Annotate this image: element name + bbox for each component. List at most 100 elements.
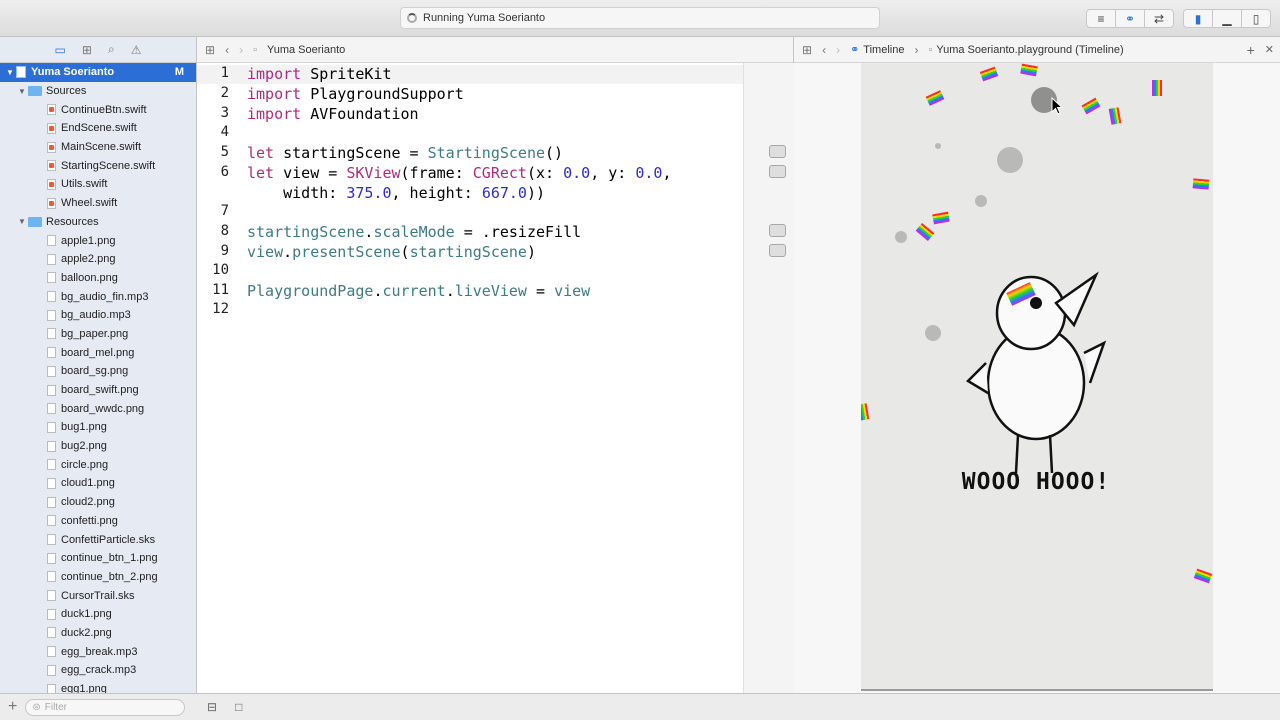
file-name: board_swift.png [61, 384, 139, 397]
quick-look-icon[interactable] [769, 165, 786, 178]
file-name: board_wwdc.png [61, 402, 145, 415]
file-name: egg1.png [61, 683, 107, 693]
search-icon[interactable]: ⌕ [108, 42, 115, 57]
file-icon [47, 515, 56, 527]
file-item[interactable]: bg_audio_fin.mp3 [0, 287, 196, 306]
file-item[interactable]: EndScene.swift [0, 119, 196, 138]
file-name: continue_btn_2.png [61, 570, 158, 583]
group-sources[interactable]: ▼ Sources [0, 82, 196, 101]
file-icon [47, 571, 56, 583]
group-resources[interactable]: ▼ Resources [0, 213, 196, 232]
standard-editor-button[interactable]: ≡ [1086, 9, 1116, 28]
hide-debug-area-icon[interactable]: ⊟ [207, 700, 217, 714]
file-item[interactable]: bug1.png [0, 418, 196, 437]
filter-input[interactable]: ⊜ Filter [25, 698, 186, 716]
disclosure-icon[interactable]: ▼ [16, 217, 28, 226]
folder-icon[interactable]: ▭ [55, 43, 66, 57]
file-item[interactable]: cloud2.png [0, 493, 196, 512]
hierarchy-icon[interactable]: ⊞ [82, 43, 92, 57]
file-name: Wheel.swift [61, 197, 118, 210]
line-number: 5 [220, 144, 229, 160]
file-item[interactable]: egg1.png [0, 680, 196, 693]
file-name: CursorTrail.sks [61, 589, 135, 602]
file-item[interactable]: StartingScene.swift [0, 156, 196, 175]
file-item[interactable]: board_swift.png [0, 381, 196, 400]
add-editor-icon[interactable]: + [1247, 42, 1255, 58]
file-item[interactable]: ContinueBtn.swift [0, 100, 196, 119]
file-item[interactable]: Utils.swift [0, 175, 196, 194]
activity-view: Running Yuma Soerianto [400, 7, 880, 29]
file-icon [47, 627, 56, 639]
live-view[interactable]: WOOO HOOO! [861, 63, 1213, 689]
crumb-timeline[interactable]: Timeline [863, 44, 904, 56]
file-name: apple2.png [61, 253, 116, 266]
file-item[interactable]: ConfettiParticle.sks [0, 530, 196, 549]
file-item[interactable]: duck1.png [0, 605, 196, 624]
toggle-navigator-button[interactable]: ▮ [1183, 9, 1213, 28]
file-item[interactable]: apple2.png [0, 250, 196, 269]
code-line: startingScene.scaleMode = .resizeFill [247, 223, 582, 241]
quick-look-icon[interactable] [769, 244, 786, 257]
file-item[interactable]: Wheel.swift [0, 194, 196, 213]
file-item[interactable]: continue_btn_1.png [0, 549, 196, 568]
quick-look-icon[interactable] [769, 224, 786, 237]
file-item[interactable]: cloud1.png [0, 474, 196, 493]
related-items-icon[interactable]: ⊞ [802, 43, 812, 57]
file-name: cloud2.png [61, 496, 115, 509]
disclosure-icon[interactable]: ▼ [4, 68, 16, 77]
run-playground-icon[interactable]: □ [235, 700, 242, 714]
close-icon[interactable]: ✕ [1265, 43, 1274, 56]
related-items-icon[interactable]: ⊞ [205, 43, 215, 57]
forward-icon[interactable]: › [239, 43, 243, 57]
disclosure-icon[interactable]: ▼ [16, 87, 28, 96]
cursor-trail [935, 143, 941, 149]
file-item[interactable]: board_sg.png [0, 362, 196, 381]
line-number: 1 [220, 65, 229, 81]
warning-icon[interactable]: ⚠ [131, 43, 142, 57]
toggle-utilities-button[interactable]: ▯ [1241, 9, 1271, 28]
code-line: import PlaygroundSupport [247, 85, 464, 103]
assistant-editor-button[interactable]: ⚭ [1115, 9, 1145, 28]
back-icon[interactable]: ‹ [225, 43, 229, 57]
forward-icon[interactable]: › [836, 43, 840, 57]
file-item[interactable]: bg_paper.png [0, 325, 196, 344]
file-item[interactable]: board_wwdc.png [0, 399, 196, 418]
confetti-sprite [932, 211, 950, 225]
folder-icon [28, 216, 42, 227]
line-number: 10 [212, 262, 229, 278]
file-name: apple1.png [61, 234, 116, 247]
project-root[interactable]: ▼ Yuma Soerianto M [0, 63, 196, 82]
file-item[interactable]: egg_break.mp3 [0, 642, 196, 661]
file-item[interactable]: CursorTrail.sks [0, 586, 196, 605]
add-icon[interactable]: + [8, 698, 17, 716]
file-item[interactable]: continue_btn_2.png [0, 568, 196, 587]
file-item[interactable]: MainScene.swift [0, 138, 196, 157]
file-item[interactable]: egg_crack.mp3 [0, 661, 196, 680]
modified-badge: M [174, 66, 184, 79]
file-item[interactable]: bug2.png [0, 437, 196, 456]
file-icon [47, 552, 56, 564]
code-area[interactable]: 1 2 3 4 5 6 7 8 9 10 11 12 import SpriteKit import … [197, 63, 794, 693]
file-item[interactable]: apple1.png [0, 231, 196, 250]
file-item[interactable]: confetti.png [0, 512, 196, 531]
file-icon [47, 235, 56, 247]
toggle-debug-area-button[interactable]: ▁ [1212, 9, 1242, 28]
file-item[interactable]: board_mel.png [0, 343, 196, 362]
file-item[interactable]: bg_audio.mp3 [0, 306, 196, 325]
line-number-gutter: 1 2 3 4 5 6 7 8 9 10 11 12 [197, 63, 237, 693]
file-item[interactable]: balloon.png [0, 269, 196, 288]
file-icon [47, 328, 56, 340]
crumb-file[interactable]: Yuma Soerianto.playground (Timeline) [936, 44, 1123, 56]
file-name: Utils.swift [61, 178, 108, 191]
version-editor-button[interactable]: ⇄ [1144, 9, 1174, 28]
file-name: circle.png [61, 458, 109, 471]
file-item[interactable]: duck2.png [0, 624, 196, 643]
breadcrumb[interactable]: Yuma Soerianto [267, 44, 345, 56]
back-icon[interactable]: ‹ [822, 43, 826, 57]
file-item[interactable]: circle.png [0, 455, 196, 474]
editor-jump-bar: ⊞ ‹ › ▫ Yuma Soerianto [197, 37, 793, 63]
file-icon [47, 272, 56, 284]
code-line: let view = SKView(frame: CGRect(x: 0.0, … [247, 164, 672, 182]
confetti-sprite [861, 403, 870, 421]
quick-look-icon[interactable] [769, 145, 786, 158]
